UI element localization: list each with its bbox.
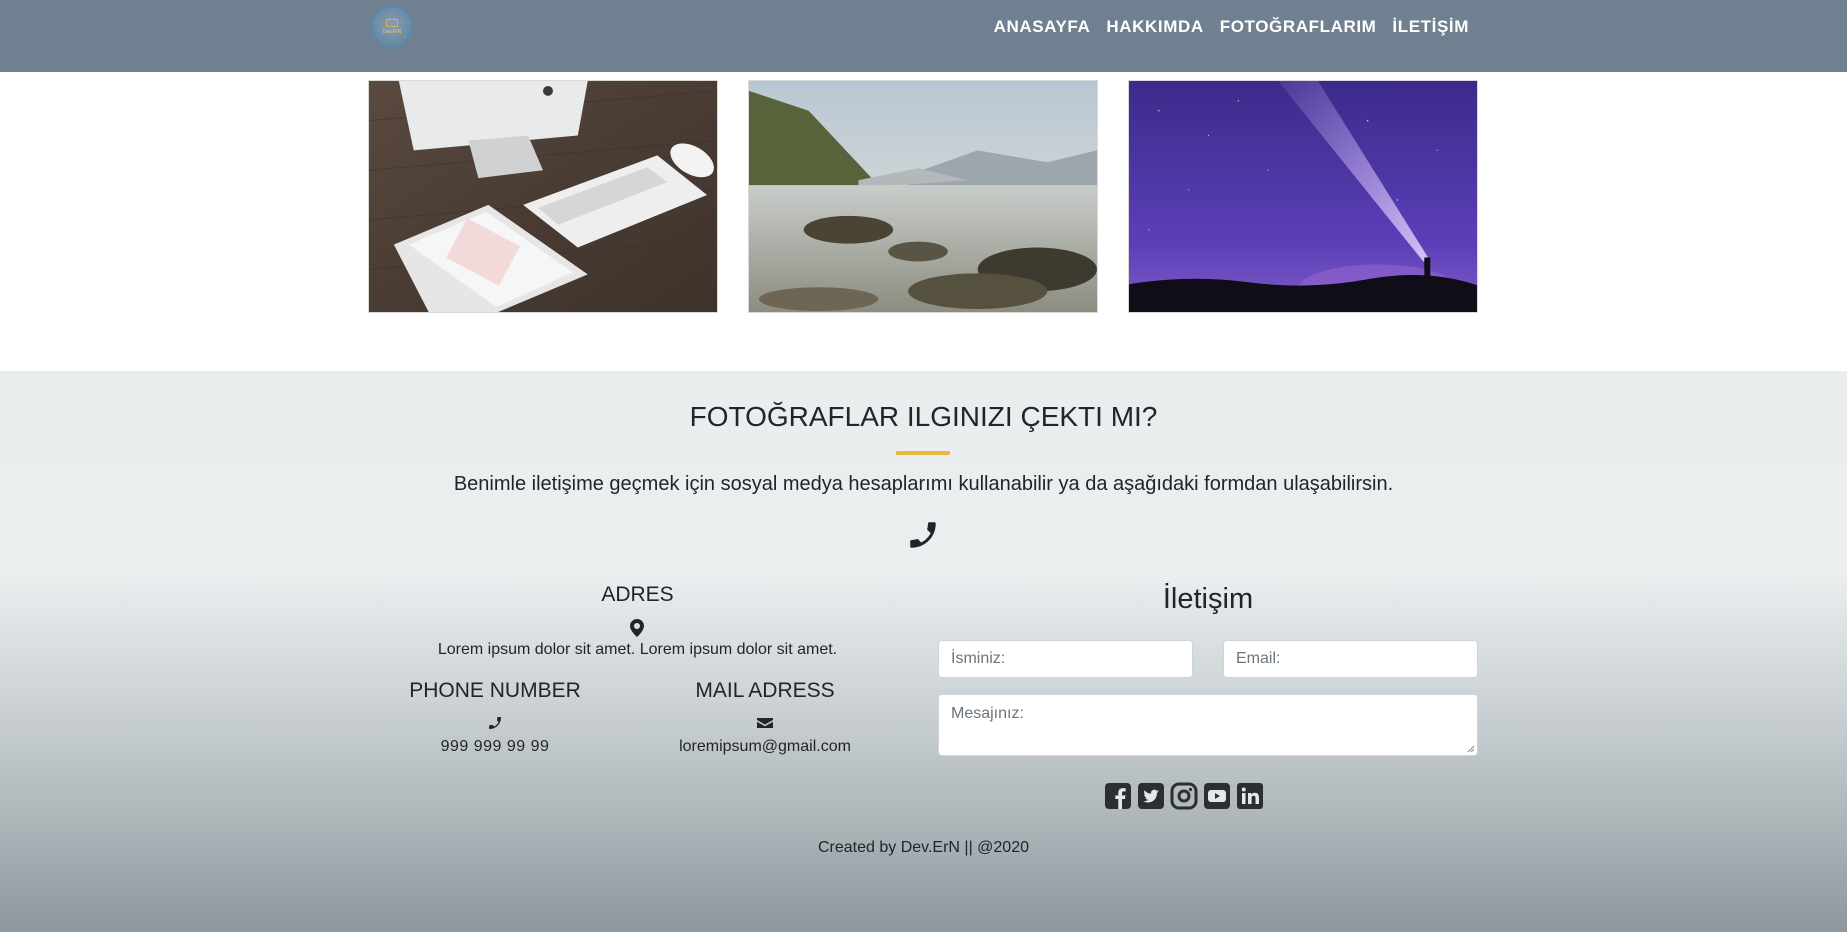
- phone-number: 999 999 99 99: [440, 738, 550, 755]
- phone-icon: [910, 522, 936, 548]
- nav-link-fotograflarim[interactable]: FOTOĞRAFLARIM: [1220, 17, 1377, 37]
- site-logo[interactable]: Dev.ErN: [370, 5, 414, 49]
- name-input[interactable]: İsminiz:: [938, 640, 1193, 678]
- navbar: Dev.ErN ANASAYFA HAKKIMDA FOTOĞRAFLARIM …: [0, 0, 1847, 72]
- phone-title: PHONE NUMBER: [409, 679, 581, 702]
- message-placeholder: Mesajınız:: [951, 705, 1024, 722]
- photo-gallery: [368, 80, 1478, 313]
- nav-link-hakkimda[interactable]: HAKKIMDA: [1106, 17, 1203, 37]
- mail-title: MAIL ADRESS: [695, 679, 835, 702]
- resize-handle-icon[interactable]: [1467, 745, 1475, 753]
- contact-description: Benimle iletişime geçmek için sosyal med…: [453, 473, 1394, 495]
- twitter-icon[interactable]: [1137, 782, 1165, 810]
- mail-address[interactable]: loremipsum@gmail.com: [665, 738, 865, 756]
- nav-link-iletisim[interactable]: İLETİŞİM: [1392, 17, 1469, 37]
- facebook-icon[interactable]: [1104, 782, 1132, 810]
- envelope-icon: [757, 718, 773, 728]
- address-title: ADRES: [601, 583, 674, 606]
- linkedin-icon[interactable]: [1236, 782, 1264, 810]
- logo-mark: [386, 19, 398, 27]
- contact-title: FOTOĞRAFLAR ILGINIZI ÇEKTI MI?: [689, 401, 1158, 432]
- desk-computer-photo[interactable]: [368, 80, 718, 313]
- instagram-icon[interactable]: [1170, 782, 1198, 810]
- address-text: Lorem ipsum dolor sit amet. Lorem ipsum …: [437, 641, 838, 658]
- email-input[interactable]: Email:: [1223, 640, 1478, 678]
- night-sky-photo[interactable]: [1128, 80, 1478, 313]
- title-underline: [896, 451, 950, 455]
- footer-credit: Created by Dev.ErN || @2020: [817, 839, 1029, 856]
- form-title: İletişim: [1162, 583, 1254, 615]
- social-links: [1104, 782, 1264, 810]
- phone-small-icon: [489, 717, 501, 729]
- nav-link-anasayfa[interactable]: ANASAYFA: [994, 17, 1091, 37]
- youtube-icon[interactable]: [1203, 782, 1231, 810]
- nav-links: ANASAYFA HAKKIMDA FOTOĞRAFLARIM İLETİŞİM: [994, 17, 1469, 37]
- logo-text: Dev.ErN: [382, 29, 402, 35]
- lake-mountain-photo[interactable]: [748, 80, 1098, 313]
- contact-section: FOTOĞRAFLAR ILGINIZI ÇEKTI MI? Benimle i…: [0, 371, 1847, 932]
- map-marker-icon: [630, 619, 644, 637]
- message-textarea[interactable]: Mesajınız:: [938, 694, 1478, 756]
